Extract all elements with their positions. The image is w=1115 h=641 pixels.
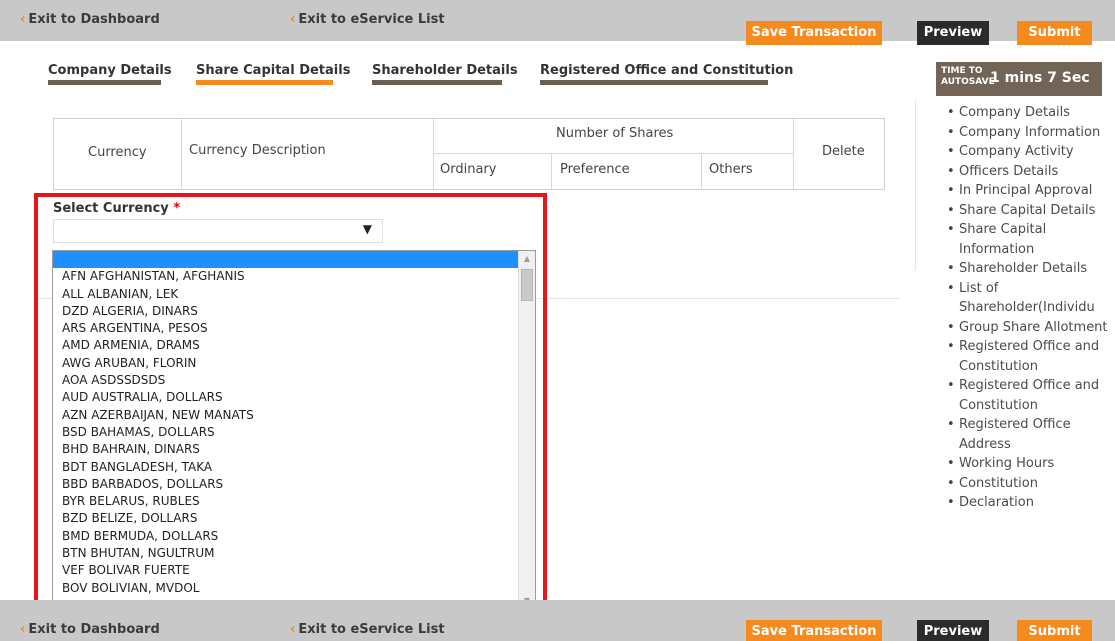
autosave-label-line1: TIME TO — [941, 66, 983, 76]
top-action-bar: ‹ Exit to Dashboard ‹ Exit to eService Lis… — [0, 0, 1115, 45]
right-nav-item[interactable]: Group Share Allotment — [945, 318, 1113, 338]
annotation-highlight-box — [34, 193, 547, 623]
right-nav-item[interactable]: Constitution — [945, 474, 1113, 494]
section-tabs: Company Details Share Capital Details Sh… — [0, 60, 900, 90]
right-nav-item[interactable]: Company Activity — [945, 142, 1113, 162]
chevron-left-icon: ‹ — [290, 12, 296, 27]
column-header-currency: Currency — [88, 145, 147, 160]
column-header-preference: Preference — [560, 162, 630, 177]
tab-label: Share Capital Details — [196, 63, 351, 78]
tab-label: Company Details — [48, 63, 172, 78]
right-nav-item[interactable]: Registered Office and Constitution — [945, 376, 1113, 415]
submit-button[interactable]: Submit — [1017, 21, 1092, 45]
right-panel-divider — [915, 100, 916, 270]
save-transaction-button[interactable]: Save Transaction — [746, 21, 882, 45]
tab-shareholder-details[interactable]: Shareholder Details — [372, 63, 518, 85]
exit-dashboard-link[interactable]: ‹ Exit to Dashboard — [20, 622, 160, 637]
table-divider — [551, 153, 552, 189]
table-divider — [433, 119, 434, 189]
tab-label: Shareholder Details — [372, 63, 518, 78]
exit-dashboard-link[interactable]: ‹ Exit to Dashboard — [20, 12, 160, 27]
autosave-label-line2: AUTOSAVE — [941, 77, 995, 87]
right-nav-item[interactable]: Share Capital Information — [945, 220, 1113, 259]
right-nav-item[interactable]: In Principal Approval — [945, 181, 1113, 201]
tab-underline — [372, 80, 502, 85]
right-nav-item[interactable]: Company Details — [945, 103, 1113, 123]
exit-eservice-link[interactable]: ‹ Exit to eService List — [290, 12, 445, 27]
preview-button[interactable]: Preview — [917, 620, 989, 641]
column-header-others: Others — [709, 162, 753, 177]
autosave-label: TIME TO AUTOSAVE — [941, 66, 995, 88]
right-nav-item[interactable]: Share Capital Details — [945, 201, 1113, 221]
submit-button[interactable]: Submit — [1017, 620, 1092, 641]
right-nav-item[interactable]: Declaration — [945, 493, 1113, 513]
right-nav-item[interactable]: Registered Office and Constitution — [945, 337, 1113, 376]
exit-dashboard-label: Exit to Dashboard — [28, 622, 160, 637]
column-header-number-of-shares: Number of Shares — [556, 126, 674, 141]
tab-label: Registered Office and Constitution — [540, 63, 794, 78]
exit-dashboard-label: Exit to Dashboard — [28, 12, 160, 27]
chevron-left-icon: ‹ — [20, 622, 26, 637]
table-divider — [433, 153, 793, 154]
right-nav-item[interactable]: Officers Details — [945, 162, 1113, 182]
right-nav-item[interactable]: List of Shareholder(Individu — [945, 279, 1113, 318]
right-nav-item[interactable]: Shareholder Details — [945, 259, 1113, 279]
column-header-ordinary: Ordinary — [440, 162, 497, 177]
column-header-currency-description: Currency Description — [189, 143, 326, 158]
table-divider — [793, 119, 794, 189]
autosave-timer: TIME TO AUTOSAVE 1 mins 7 Sec — [936, 62, 1102, 96]
tab-underline — [540, 80, 768, 85]
exit-eservice-label: Exit to eService List — [298, 12, 445, 27]
save-transaction-button[interactable]: Save Transaction — [746, 620, 882, 641]
right-nav: Company DetailsCompany InformationCompan… — [945, 103, 1113, 513]
autosave-value: 1 mins 7 Sec — [990, 70, 1090, 86]
tab-share-capital-details[interactable]: Share Capital Details — [196, 63, 350, 85]
table-divider — [181, 119, 182, 189]
tab-company-details[interactable]: Company Details — [48, 63, 172, 85]
column-header-delete: Delete — [822, 144, 865, 159]
exit-eservice-label: Exit to eService List — [298, 622, 445, 637]
exit-eservice-link[interactable]: ‹ Exit to eService List — [290, 622, 445, 637]
bottom-action-bar: ‹ Exit to Dashboard ‹ Exit to eService Lis… — [0, 600, 1115, 641]
chevron-left-icon: ‹ — [290, 622, 296, 637]
right-nav-item[interactable]: Company Information — [945, 123, 1113, 143]
preview-button[interactable]: Preview — [917, 21, 989, 45]
right-nav-item[interactable]: Registered Office Address — [945, 415, 1113, 454]
tab-underline — [196, 80, 333, 85]
share-capital-table: Currency Currency Description Number of … — [53, 118, 885, 190]
chevron-left-icon: ‹ — [20, 12, 26, 27]
tab-underline — [48, 80, 161, 85]
right-nav-item[interactable]: Working Hours — [945, 454, 1113, 474]
table-divider — [701, 153, 702, 189]
tab-registered-office[interactable]: Registered Office and Constitution — [540, 63, 793, 85]
